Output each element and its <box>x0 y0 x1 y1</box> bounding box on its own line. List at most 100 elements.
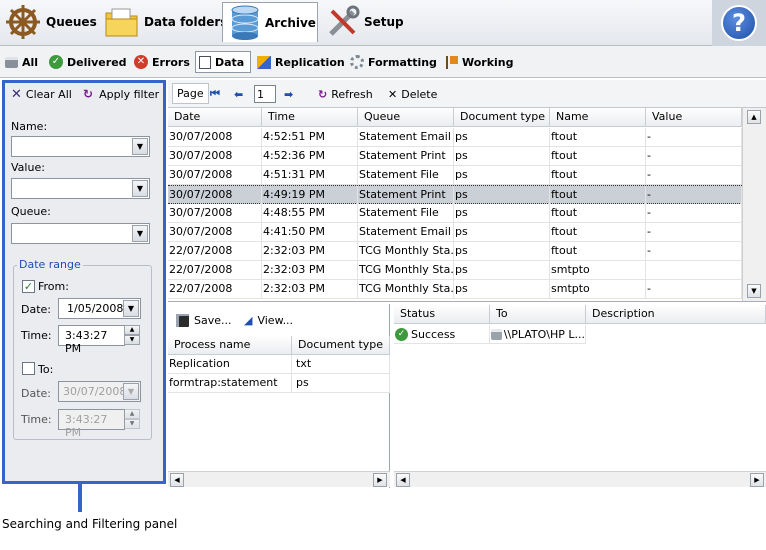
page-number-input[interactable] <box>254 85 276 103</box>
scroll-right-icon[interactable]: ▶ <box>750 473 764 487</box>
name-cell: ftout <box>550 223 646 242</box>
table-row[interactable]: Replication txt <box>168 355 390 374</box>
printer-icon <box>5 56 18 68</box>
table-row[interactable]: 30/07/2008 4:41:50 PM Statement Email ps fto… <box>168 223 742 242</box>
table-row[interactable]: ✓ Success \\PLATO\HP L... <box>394 325 586 344</box>
value-combo[interactable]: ▼ <box>11 178 150 199</box>
scroll-left-icon[interactable]: ◀ <box>170 473 184 487</box>
archive-data-grid: Date Time Queue Document type Name Value… <box>168 108 766 302</box>
name-combo[interactable]: ▼ <box>11 136 150 157</box>
tab-replication[interactable]: Replication <box>254 51 348 73</box>
queues-button[interactable]: Queues <box>4 2 97 42</box>
from-date-picker[interactable]: 1/05/2008 ▼ <box>58 298 141 319</box>
to-time-field[interactable]: 3:43:27 PM <box>58 409 125 439</box>
delete-label: Delete <box>401 87 438 101</box>
queue-cell: TCG Monthly Sta... <box>358 261 454 280</box>
delete-button[interactable]: ✕ Delete <box>388 85 437 103</box>
date-cell: 30/07/2008 <box>168 186 262 205</box>
tab-errors[interactable]: ✕ Errors <box>131 51 193 73</box>
table-row[interactable]: 30/07/2008 4:51:31 PM Statement File ps ftou… <box>168 166 742 185</box>
col-header-description[interactable]: Description <box>586 305 766 324</box>
table-row[interactable]: formtrap:statement ps <box>168 374 390 393</box>
success-check-icon: ✓ <box>395 328 408 341</box>
col-header-process-doc-type[interactable]: Document type <box>292 336 390 355</box>
help-icon: ? <box>721 5 757 41</box>
queue-label: Queue: <box>11 205 51 218</box>
clear-all-button[interactable]: ✕ Clear All <box>11 87 72 102</box>
save-button[interactable]: Save... <box>176 314 232 327</box>
value-cell: - <box>646 204 742 223</box>
refresh-icon: ↻ <box>318 87 328 101</box>
refresh-button[interactable]: ↻ Refresh <box>318 85 373 103</box>
tab-all[interactable]: All <box>2 51 41 73</box>
to-checkbox[interactable] <box>22 362 35 375</box>
col-header-document-type[interactable]: Document type <box>454 108 550 127</box>
queue-cell: TCG Monthly Sta... <box>358 242 454 261</box>
view-button[interactable]: ◢ View... <box>244 314 293 327</box>
apply-filter-label: Apply filter <box>99 87 160 101</box>
date-cell: 30/07/2008 <box>168 223 262 242</box>
tab-errors-label: Errors <box>152 55 190 69</box>
time-cell: 4:51:31 PM <box>262 166 358 185</box>
tab-working-label: Working <box>462 55 514 69</box>
col-header-time[interactable]: Time <box>262 108 358 127</box>
tab-formatting[interactable]: Formatting <box>347 51 440 73</box>
col-header-queue[interactable]: Queue <box>358 108 454 127</box>
data-folders-label: Data folders <box>144 15 228 29</box>
archive-button[interactable]: Archive <box>222 2 318 42</box>
scroll-left-icon[interactable]: ◀ <box>396 473 410 487</box>
scroll-right-icon[interactable]: ▶ <box>373 473 387 487</box>
from-label: From: <box>38 280 69 293</box>
from-checkbox[interactable]: ✓ <box>22 280 35 293</box>
setup-button[interactable]: Setup <box>326 2 404 42</box>
tab-delivered[interactable]: ✓ Delivered <box>46 51 130 73</box>
table-row[interactable]: 22/07/2008 2:32:03 PM TCG Monthly Sta... ps… <box>168 242 742 261</box>
time-cell: 4:41:50 PM <box>262 223 358 242</box>
apply-filter-button[interactable]: ↻ Apply filter <box>83 87 159 101</box>
save-label: Save... <box>194 314 232 327</box>
col-header-to[interactable]: To <box>490 305 586 324</box>
main-toolbar: Queues Data folders Archive Setup ? <box>0 0 766 46</box>
scroll-down-icon[interactable]: ▼ <box>747 284 761 298</box>
table-row[interactable]: 30/07/2008 4:52:51 PM Statement Email ps fto… <box>168 128 742 147</box>
table-row[interactable]: 22/07/2008 2:32:03 PM TCG Monthly Sta... ps… <box>168 261 742 280</box>
col-header-value[interactable]: Value <box>646 108 742 127</box>
name-cell: ftout <box>550 186 646 205</box>
table-row[interactable]: 22/07/2008 2:32:03 PM TCG Monthly Sta... ps… <box>168 280 742 299</box>
document-type-cell: ps <box>454 166 550 185</box>
date-range-title: Date range <box>17 258 83 271</box>
name-cell: ftout <box>550 166 646 185</box>
error-icon: ✕ <box>134 55 148 69</box>
replication-icon <box>257 55 271 69</box>
from-time-spinner[interactable]: ▲ ▼ <box>124 325 140 346</box>
process-horizontal-scrollbar[interactable]: ◀ ▶ <box>168 471 390 487</box>
col-header-date[interactable]: Date <box>168 108 262 127</box>
to-label: To: <box>38 363 54 376</box>
to-date-picker[interactable]: 30/07/2008 ▼ <box>58 381 141 402</box>
table-row[interactable]: 30/07/2008 4:48:55 PM Statement File ps ftou… <box>168 204 742 223</box>
next-page-icon[interactable]: ➡ <box>284 85 293 103</box>
col-header-name[interactable]: Name <box>550 108 646 127</box>
to-time-spinner[interactable]: ▲ ▼ <box>124 409 140 430</box>
document-type-cell: ps <box>454 128 550 147</box>
col-header-process-name[interactable]: Process name <box>168 336 292 355</box>
queue-combo[interactable]: ▼ <box>11 223 150 244</box>
tab-data[interactable]: Data <box>195 51 251 73</box>
view-label: View... <box>257 314 294 327</box>
time-cell: 4:52:51 PM <box>262 128 358 147</box>
scroll-up-icon[interactable]: ▲ <box>747 110 761 124</box>
date-cell: 30/07/2008 <box>168 204 262 223</box>
prev-page-icon[interactable]: ⬅ <box>234 85 243 103</box>
time-cell: 2:32:03 PM <box>262 261 358 280</box>
tab-working[interactable]: Working <box>443 51 517 73</box>
first-page-icon[interactable]: ⏮ <box>210 85 220 103</box>
from-time-field[interactable]: 3:43:27 PM <box>58 325 125 355</box>
help-button[interactable]: ? <box>712 0 766 46</box>
grid-vertical-scrollbar[interactable]: ▲ ▼ <box>742 108 766 301</box>
queue-cell: TCG Monthly Sta... <box>358 280 454 299</box>
col-header-status[interactable]: Status <box>394 305 490 324</box>
table-row[interactable]: 30/07/2008 4:49:19 PM Statement Print ps fto… <box>168 185 742 205</box>
data-folders-button[interactable]: Data folders <box>104 2 227 42</box>
table-row[interactable]: 30/07/2008 4:52:36 PM Statement Print ps fto… <box>168 147 742 166</box>
status-horizontal-scrollbar[interactable]: ◀ ▶ <box>394 471 766 487</box>
